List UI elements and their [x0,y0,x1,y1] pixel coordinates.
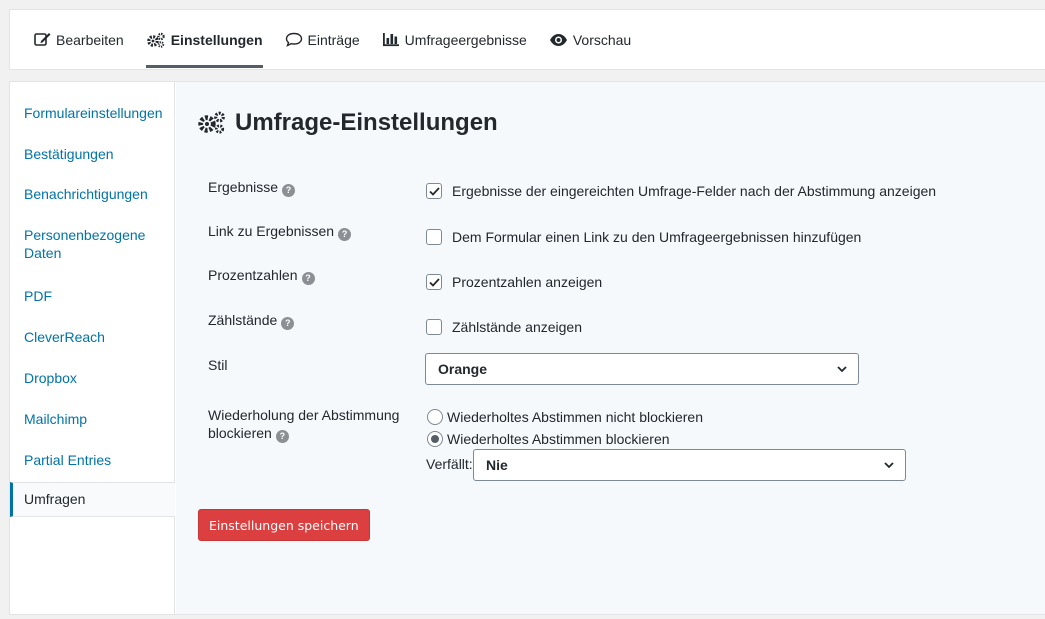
help-icon[interactable]: ? [338,228,352,241]
style-select[interactable]: Orange [425,353,859,385]
sidebar-item-bestaetigungen[interactable]: Bestätigungen [10,145,175,163]
results-link-checkbox[interactable] [426,229,442,245]
sidebar-item-formulareinstellungen[interactable]: Formulareinstellungen [10,104,175,122]
sidebar-item-partial-entries[interactable]: Partial Entries [10,451,175,469]
sidebar-item-umfragen[interactable]: Umfragen [10,482,175,517]
results-link-checkbox-row[interactable]: Dem Formular einen Link zu den Umfrageer… [426,229,861,245]
edit-icon [34,33,51,46]
chevron-down-icon [884,462,894,469]
block-repeat-label: Wiederholung der Abstimmung blockieren? [208,407,400,443]
expires-label: Verfällt: [426,456,473,472]
eye-icon [549,33,567,46]
results-checkbox[interactable] [426,183,442,199]
save-settings-button[interactable]: Einstellungen speichern [198,509,370,541]
expires-select[interactable]: Nie [473,449,906,481]
tab-umfrageergebnisse[interactable]: Umfrageergebnisse [382,9,527,70]
percentages-checkbox-row[interactable]: Prozentzahlen anzeigen [426,274,602,290]
sidebar-item-benachrichtigungen[interactable]: Benachrichtigungen [10,185,175,203]
sidebar-item-mailchimp[interactable]: Mailchimp [10,410,175,428]
results-link-label: Link zu Ergebnissen? [208,222,352,241]
help-icon[interactable]: ? [301,272,315,285]
no-block-option-label: Wiederholtes Abstimmen nicht blockieren [447,409,704,425]
sidebar-item-personenbezogene-daten[interactable]: Personenbezogene Daten [10,226,160,262]
counts-label: Zählstände? [208,311,295,330]
no-block-radio-row[interactable]: Wiederholtes Abstimmen nicht blockieren [427,409,703,425]
page-title-text: Umfrage-Einstellungen [235,109,498,136]
results-option-label: Ergebnisse der eingereichten Umfrage-Fel… [452,183,937,199]
settings-content: Umfrage-Einstellungen Ergebnisse? Ergebn… [176,82,1045,614]
tab-bearbeiten[interactable]: Bearbeiten [34,9,124,70]
help-icon[interactable]: ? [275,430,289,443]
style-select-value: Orange [438,361,488,377]
results-checkbox-row[interactable]: Ergebnisse der eingereichten Umfrage-Fel… [426,183,936,199]
counts-checkbox[interactable] [426,319,442,335]
results-label: Ergebnisse? [208,178,296,197]
block-option-label: Wiederholtes Abstimmen blockieren [447,431,670,447]
sidebar-item-pdf[interactable]: PDF [10,287,175,305]
sidebar-item-dropbox[interactable]: Dropbox [10,369,175,387]
checkmark-icon [428,186,440,196]
style-label: Stil [208,357,228,373]
tab-eintraege[interactable]: Einträge [285,9,360,70]
help-icon[interactable]: ? [282,184,296,197]
counts-option-label: Zählstände anzeigen [452,319,582,335]
percentages-checkbox[interactable] [426,274,442,290]
block-radio-row[interactable]: Wiederholtes Abstimmen blockieren [427,431,670,447]
tab-label: Bearbeiten [56,31,124,48]
tab-vorschau[interactable]: Vorschau [549,9,631,70]
checkmark-icon [428,277,440,287]
tab-label: Vorschau [572,31,632,48]
settings-sidebar: Formulareinstellungen Bestätigungen Bena… [10,82,175,614]
bar-chart-icon [382,33,399,47]
comment-icon [285,32,302,47]
expires-select-value: Nie [486,457,508,473]
tab-label: Umfrageergebnisse [404,31,527,48]
block-radio[interactable] [427,431,443,447]
gears-icon [198,111,225,134]
percentages-label: Prozentzahlen? [208,266,315,285]
no-block-radio[interactable] [427,409,443,425]
page-title: Umfrage-Einstellungen [197,109,498,137]
gears-icon [146,32,165,48]
tab-label: Einstellungen [170,31,263,48]
settings-panel: Formulareinstellungen Bestätigungen Bena… [9,81,1045,615]
radio-selected-dot [431,435,439,443]
counts-checkbox-row[interactable]: Zählstände anzeigen [426,319,582,335]
percentages-option-label: Prozentzahlen anzeigen [452,274,603,290]
form-toolbar: Bearbeiten Einstellungen Einträge Umfrag… [9,9,1045,70]
chevron-down-icon [837,366,847,373]
sidebar-item-cleverreach[interactable]: CleverReach [10,328,175,346]
results-link-option-label: Dem Formular einen Link zu den Umfrageer… [452,229,862,245]
tab-einstellungen[interactable]: Einstellungen [145,9,263,70]
tab-label: Einträge [307,31,360,48]
help-icon[interactable]: ? [281,317,295,330]
